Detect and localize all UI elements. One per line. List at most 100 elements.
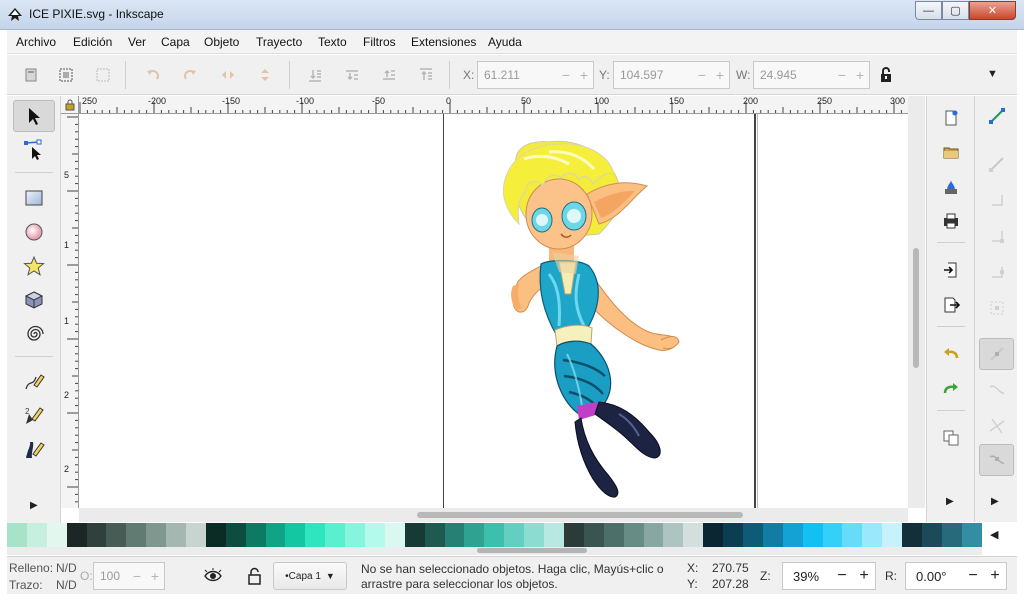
color-swatch[interactable] bbox=[205, 523, 226, 547]
color-swatch[interactable] bbox=[603, 523, 624, 547]
zoom-spinbox[interactable]: 39% − + bbox=[782, 562, 876, 590]
vertical-scroll-thumb[interactable] bbox=[913, 248, 919, 368]
layer-visibility-eye-icon[interactable] bbox=[203, 567, 223, 585]
color-swatch[interactable] bbox=[86, 523, 107, 547]
select-all-icon[interactable] bbox=[22, 66, 40, 84]
node-tool[interactable] bbox=[13, 134, 55, 166]
menu-archivo[interactable]: Archivo bbox=[16, 35, 56, 49]
lower-to-bottom-icon[interactable] bbox=[306, 66, 324, 84]
menu-objeto[interactable]: Objeto bbox=[204, 35, 239, 49]
color-swatch[interactable] bbox=[484, 523, 505, 547]
spiral-tool[interactable] bbox=[13, 318, 55, 350]
menu-texto[interactable]: Texto bbox=[318, 35, 347, 49]
color-swatch[interactable] bbox=[703, 523, 724, 547]
y-increment-button[interactable]: + bbox=[711, 67, 729, 83]
color-swatch[interactable] bbox=[742, 523, 763, 547]
ice-pixie-illustration[interactable] bbox=[502, 140, 680, 498]
raise-icon[interactable] bbox=[380, 66, 398, 84]
rotation-increment-button[interactable]: + bbox=[984, 567, 1006, 585]
menu-ver[interactable]: Ver bbox=[128, 35, 146, 49]
drawing-canvas[interactable] bbox=[79, 114, 908, 508]
horizontal-scrollbar[interactable] bbox=[79, 508, 908, 522]
zoom-decrement-button[interactable]: − bbox=[831, 567, 853, 585]
snap-smooth-nodes-icon[interactable] bbox=[979, 444, 1014, 476]
color-swatch[interactable] bbox=[663, 523, 684, 547]
snap-intersections-icon[interactable] bbox=[979, 410, 1014, 442]
ellipse-tool[interactable] bbox=[13, 216, 55, 248]
pencil-tool[interactable] bbox=[13, 366, 55, 398]
snap-nodes-icon[interactable] bbox=[979, 338, 1014, 370]
snap-bbox-corner-icon[interactable] bbox=[979, 220, 1014, 252]
color-swatch[interactable] bbox=[842, 523, 863, 547]
color-swatch[interactable] bbox=[504, 523, 525, 547]
color-swatch[interactable] bbox=[563, 523, 584, 547]
raise-to-top-icon[interactable] bbox=[417, 66, 435, 84]
color-swatch[interactable] bbox=[146, 523, 167, 547]
copy-icon[interactable] bbox=[939, 426, 963, 450]
x-spinbox[interactable]: 61.211 − + bbox=[477, 61, 594, 89]
color-swatch[interactable] bbox=[544, 523, 564, 547]
color-swatch[interactable] bbox=[583, 523, 604, 547]
menu-extensiones[interactable]: Extensiones bbox=[411, 35, 476, 49]
import-icon[interactable] bbox=[939, 258, 963, 282]
minimize-button[interactable]: — bbox=[915, 1, 942, 20]
opacity-decrement-button[interactable]: − bbox=[128, 568, 146, 584]
rotate-ccw-icon[interactable] bbox=[144, 66, 162, 84]
snap-bbox-center-icon[interactable] bbox=[979, 292, 1014, 324]
color-swatch[interactable] bbox=[941, 523, 962, 547]
menu-ayuda[interactable]: Ayuda bbox=[488, 35, 522, 49]
color-swatch[interactable] bbox=[186, 523, 206, 547]
color-swatch[interactable] bbox=[384, 523, 405, 547]
color-swatch[interactable] bbox=[225, 523, 246, 547]
color-swatch[interactable] bbox=[166, 523, 187, 547]
y-spinbox[interactable]: 104.597 − + bbox=[613, 61, 730, 89]
color-palette[interactable] bbox=[7, 523, 982, 547]
opacity-spinbox[interactable]: 100 − + bbox=[93, 562, 165, 590]
print-icon[interactable] bbox=[939, 209, 963, 233]
color-swatch[interactable] bbox=[782, 523, 803, 547]
color-swatch[interactable] bbox=[404, 523, 425, 547]
menu-trayecto[interactable]: Trayecto bbox=[256, 35, 302, 49]
current-layer-dropdown[interactable]: •Capa 1 ▼ bbox=[273, 562, 347, 590]
menu-filtros[interactable]: Filtros bbox=[363, 35, 396, 49]
color-swatch[interactable] bbox=[345, 523, 366, 547]
horizontal-scroll-thumb[interactable] bbox=[417, 512, 743, 518]
color-swatch[interactable] bbox=[46, 523, 67, 547]
color-swatch[interactable] bbox=[424, 523, 445, 547]
toolbar-overflow-button[interactable]: ▼ bbox=[987, 68, 998, 80]
x-decrement-button[interactable]: − bbox=[557, 67, 575, 83]
color-swatch[interactable] bbox=[762, 523, 783, 547]
color-swatch[interactable] bbox=[902, 523, 922, 547]
snap-bbox-midpoint-icon[interactable] bbox=[979, 256, 1014, 288]
selector-tool[interactable] bbox=[13, 100, 55, 132]
lock-proportions-icon[interactable] bbox=[877, 66, 895, 84]
color-swatch[interactable] bbox=[961, 523, 982, 547]
rotation-decrement-button[interactable]: − bbox=[962, 567, 984, 585]
rotate-cw-icon[interactable] bbox=[181, 66, 199, 84]
toolbox-more-arrow[interactable]: ▶ bbox=[30, 500, 38, 511]
close-button[interactable]: ✕ bbox=[969, 1, 1016, 20]
rotation-spinbox[interactable]: 0.00° − + bbox=[905, 562, 1007, 590]
color-swatch[interactable] bbox=[524, 523, 545, 547]
deselect-icon[interactable] bbox=[94, 66, 112, 84]
new-document-icon[interactable] bbox=[939, 106, 963, 130]
snap-bbox-edge-icon[interactable] bbox=[979, 184, 1014, 216]
color-swatch[interactable] bbox=[365, 523, 385, 547]
color-swatch[interactable] bbox=[325, 523, 346, 547]
w-increment-button[interactable]: + bbox=[851, 67, 869, 83]
color-swatch[interactable] bbox=[802, 523, 823, 547]
color-swatch[interactable] bbox=[723, 523, 743, 547]
color-swatch[interactable] bbox=[643, 523, 664, 547]
zoom-increment-button[interactable]: + bbox=[853, 567, 875, 585]
menu-edicion[interactable]: Edición bbox=[73, 35, 112, 49]
color-swatch[interactable] bbox=[66, 523, 87, 547]
y-decrement-button[interactable]: − bbox=[693, 67, 711, 83]
maximize-button[interactable]: ▢ bbox=[942, 1, 969, 20]
pen-tool[interactable]: 2 bbox=[13, 400, 55, 432]
color-swatch[interactable] bbox=[7, 523, 27, 547]
undo-icon[interactable] bbox=[939, 342, 963, 366]
color-swatch[interactable] bbox=[464, 523, 485, 547]
flip-horizontal-icon[interactable] bbox=[219, 66, 237, 84]
ruler-corner-lock[interactable] bbox=[61, 96, 79, 114]
w-decrement-button[interactable]: − bbox=[833, 67, 851, 83]
